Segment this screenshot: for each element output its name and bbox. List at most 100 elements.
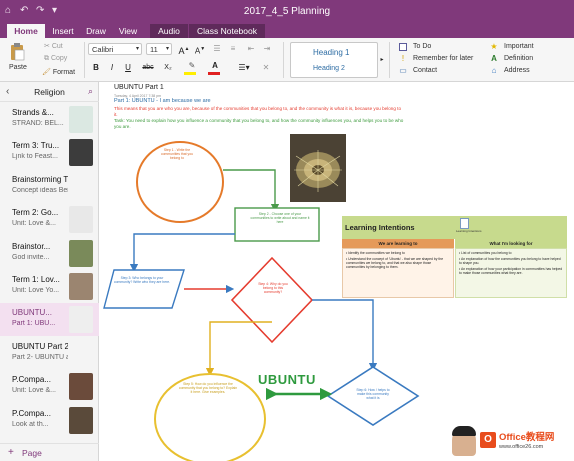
tab-draw[interactable]: Draw [82,24,110,38]
page-list-item-subtitle: Unit: Love &... [12,220,56,228]
font-size-value: 11 [150,45,158,54]
numbering-icon[interactable]: ≡ [226,43,240,55]
bold-button[interactable]: B [89,62,103,74]
section-name[interactable]: Religion [0,87,99,97]
tag-remember-for-later[interactable]: Remember for later [413,55,473,62]
highlight-color-button[interactable]: ✎ [182,60,202,75]
highlighter-icon: ✎ [188,61,196,70]
tab-audio[interactable]: Audio [150,24,188,38]
list-item-text: An explanation of how your participation… [459,267,563,276]
paste-icon[interactable] [8,42,26,62]
list-item: • List of communities you belong to [459,251,512,255]
list-item-text: Understand the concept of 'Ubuntu' - tha… [346,257,444,270]
learning-intentions-table[interactable]: Learning Intentions Learning Intentions … [342,216,567,298]
step2-text[interactable]: Step 2 - Choose one of your communities … [250,212,310,224]
list-item: • Identify the communities we belong to [346,251,405,255]
star-icon[interactable]: ★ [490,43,498,51]
style-heading-1[interactable]: Heading 1 [313,48,349,57]
step5-text[interactable]: Step 5: How do you influence the communi… [178,382,238,394]
page-list-item[interactable]: UBUNTU... Part 1: UBU... [0,303,99,337]
watermark-title: Office教程网 [499,432,555,443]
page-list-item-title: UBUNTU Part 2 [12,341,68,351]
search-icon[interactable]: ⌕ [88,86,93,97]
italic-button[interactable]: I [105,62,119,74]
page-list-item[interactable]: Brainstorming T... Concept ideas Bei... [0,170,99,203]
bullets-icon[interactable]: ☰ [210,43,224,55]
learning-intentions-title: Learning Intentions [345,223,415,232]
file-attachment-icon[interactable] [460,218,469,229]
step1-text[interactable]: Step 1 - Write the communities that you … [157,148,197,160]
cut-label: Cut [51,43,63,50]
cut-button[interactable]: ✂ Cut [44,42,63,50]
align-icon[interactable]: ☰▾ [234,62,254,74]
step4-text[interactable]: Step 4: Why do you belong to this commun… [255,282,291,294]
page-list-item[interactable]: Brainstor... God invite... [0,237,99,270]
page-list-item[interactable]: Term 1: Lov... Unit: Love Yo... [0,270,99,303]
paste-button[interactable]: Paste [9,64,27,71]
list-item: • An explanation of how the communities … [459,257,561,266]
subscript-button[interactable]: X₂ [160,62,176,74]
font-color-label: A [212,61,218,70]
page-list-item-subtitle: Part 2- UBUNTU a... [12,353,68,361]
font-family-dropdown[interactable]: Calibri ▾ [88,43,142,55]
brush-icon: 🖌 [42,69,51,76]
page-list-item[interactable]: P.Compa... Unit: Love &... [0,370,99,403]
page-thumbnail-image [69,106,93,133]
font-family-value: Calibri [92,45,114,54]
tab-class-notebook[interactable]: Class Notebook [189,24,265,38]
watermark-url: www.office26.com [499,444,544,450]
tab-insert[interactable]: Insert [46,24,80,38]
grow-font-icon[interactable]: A▲ [177,43,191,56]
copy-button[interactable]: ⧉ Copy [44,55,67,63]
tag-address[interactable]: Address [504,67,530,74]
add-page-button[interactable]: + Page [0,443,99,461]
separator [84,42,85,78]
page-list-item[interactable]: UBUNTU Part 2 Part 2- UBUNTU a... [0,337,99,370]
outdent-icon[interactable]: ⇤ [244,43,258,55]
strikethrough-button[interactable]: abc [139,62,157,74]
definition-tag-icon[interactable]: A [490,55,498,63]
house-icon[interactable]: ⌂ [490,67,498,75]
page-navigation-pane: ‹ Religion ⌕ Strands &... STRAND: BEL... T… [0,82,99,461]
page-list-item[interactable]: Strands &... STRAND: BEL... [0,103,99,136]
step6-text[interactable]: Step 6: How / helps to make this communi… [354,388,392,400]
underline-button[interactable]: U [121,62,135,74]
page-thumbnail-image [69,206,93,234]
page-list-item-subtitle: Part 1: UBU... [12,320,56,328]
format-label: Format [52,69,76,76]
tab-home[interactable]: Home [7,24,45,38]
ribbon: Paste ✂ Cut ⧉ Copy 🖌 Format Calibri ▾ 11… [0,38,574,82]
plant-photo-image[interactable] [290,134,346,202]
page-list-item[interactable]: Term 3: Tru... Ljnk to Feast... [0,136,99,169]
clear-formatting-icon[interactable]: ✕ [258,62,274,74]
tag-definition[interactable]: Definition [504,55,533,62]
column-header: We are learning to [342,239,454,248]
page-list-item-title: Term 1: Lov... [12,275,60,284]
page-list-item[interactable]: Term 2: Go... Unit: Love &... [0,203,99,236]
ribbon-tabs: Home Insert Draw View Audio Class Notebo… [0,24,574,38]
step3-text[interactable]: Step 3: Who belongs to your community? W… [112,276,172,284]
tab-view[interactable]: View [114,24,142,38]
contact-card-icon[interactable]: ▭ [399,67,407,75]
list-item-text: An explanation of how the communities yo… [459,257,561,266]
tag-contact[interactable]: Contact [413,67,437,74]
font-size-dropdown[interactable]: 11 ▾ [146,43,172,55]
style-heading-2[interactable]: Heading 2 [313,65,345,72]
page-canvas[interactable]: UBUNTU Part 1 Tuesday, 4 April 2017 7:38… [100,82,574,461]
font-color-button[interactable]: A [205,60,225,75]
styles-expand-icon[interactable]: ▸ [378,54,386,66]
page-thumbnail-image [69,373,93,401]
checkbox-tag-icon[interactable] [399,43,407,51]
page-list-item[interactable]: P.Compa... Look at th... [0,404,99,437]
tag-to-do[interactable]: To Do [413,43,431,50]
window-title: 2017_4_5 Planning [243,6,331,17]
chevron-down-icon: ▾ [135,46,139,52]
page-list-item-subtitle: STRAND: BEL... [12,120,64,127]
tag-important[interactable]: Important [504,43,534,50]
exclamation-tag-icon[interactable]: ! [399,55,407,63]
styles-gallery[interactable]: Heading 1 Heading 2 [290,42,378,78]
ubuntu-heading[interactable]: UBUNTU [258,373,316,387]
indent-icon[interactable]: ⇥ [260,43,274,55]
shrink-font-icon[interactable]: A▼ [193,43,207,56]
format-painter-button[interactable]: 🖌 Format [42,68,75,76]
